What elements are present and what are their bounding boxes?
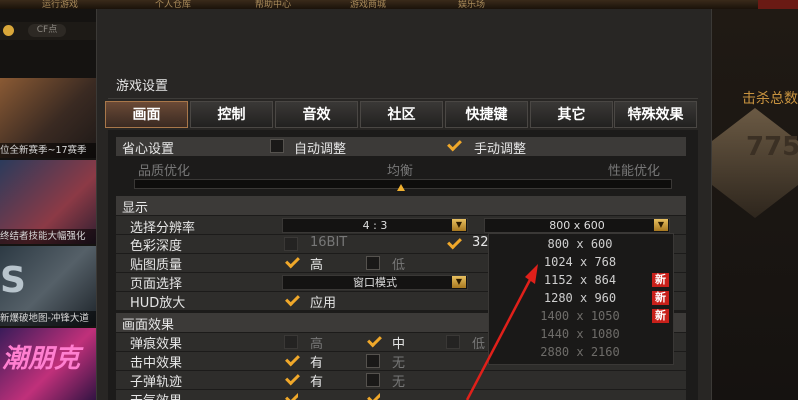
- arrow-shaft: [465, 273, 535, 400]
- red-arrow-annotation: [465, 264, 538, 400]
- arrow-head-icon: [525, 264, 538, 284]
